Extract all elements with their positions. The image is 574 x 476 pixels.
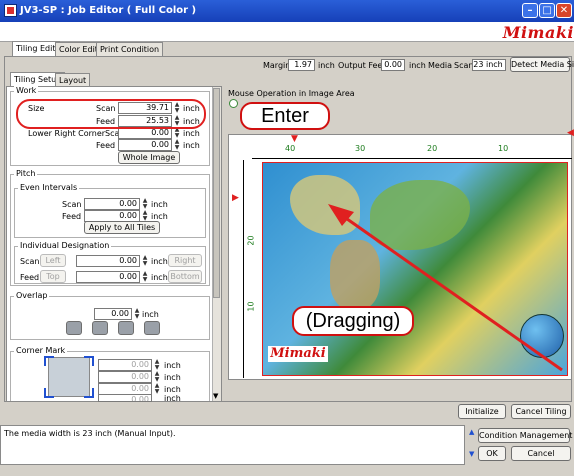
individual-feed-spinner-icon[interactable]: ▲ ▼ — [141, 271, 149, 283]
corner-mark-bl-icon — [44, 388, 54, 398]
overlap-spinner-icon[interactable]: ▲ ▼ — [133, 308, 141, 320]
enter-callout: Enter — [240, 102, 330, 130]
right-button[interactable]: Right — [168, 254, 202, 267]
individual-feed-unit: inch — [151, 273, 168, 282]
apply-to-all-tiles-button[interactable]: Apply to All Tiles — [84, 221, 160, 234]
lower-scan-unit: inch — [183, 129, 200, 138]
cancel-button[interactable]: Cancel — [511, 446, 571, 461]
detect-media-size-button[interactable]: Detect Media Size — [510, 57, 574, 72]
left-button[interactable]: Left — [40, 254, 66, 267]
tab-color-edit[interactable]: Color Edit — [55, 42, 102, 56]
individual-feed-field[interactable]: 0.00 — [76, 271, 140, 283]
corner-mark-unit-1: inch — [164, 361, 181, 370]
tab-print-condition[interactable]: Print Condition — [96, 42, 164, 56]
status-scroll-down-icon[interactable]: ▼ — [469, 450, 474, 458]
status-scroll-up-icon[interactable]: ▲ — [469, 428, 474, 436]
margin-label: Margin — [263, 61, 291, 70]
individual-scan-label: Scan — [20, 257, 40, 266]
corner-mark-tr-icon — [84, 356, 94, 366]
tab-layout[interactable]: Layout — [55, 73, 91, 87]
media-scan-label: Scan — [454, 61, 474, 70]
work-title: Work — [14, 86, 39, 95]
corner-mark-tl-icon — [44, 356, 54, 366]
lower-feed-unit: inch — [183, 141, 200, 150]
mouse-operation-header: Mouse Operation in Image Area — [228, 89, 355, 98]
bottom-button[interactable]: Bottom — [168, 270, 202, 283]
title-bar: JV3-SP : Job Editor ( Full Color ) – □ ✕ — [0, 0, 574, 22]
scrollbar-thumb[interactable] — [213, 88, 220, 298]
ok-button[interactable]: OK — [478, 446, 506, 461]
lower-feed-label: Feed — [96, 141, 116, 150]
window-title: JV3-SP : Job Editor ( Full Color ) — [20, 5, 197, 16]
drag-arrow — [328, 204, 563, 372]
pitch-scan-unit: inch — [151, 200, 168, 209]
app-icon — [4, 4, 17, 17]
lower-right-label: Lower Right CornerScan — [28, 129, 125, 138]
close-button[interactable]: ✕ — [556, 3, 572, 18]
individual-scan-unit: inch — [151, 257, 168, 266]
corner-mark-unit-2: inch — [164, 373, 181, 382]
overlap-title: Overlap — [14, 291, 50, 300]
overlap-unit: inch — [142, 310, 159, 319]
scroll-down-icon[interactable]: ▼ — [213, 392, 218, 400]
corner-mark-spinner-3-icon[interactable]: ▲ ▼ — [153, 383, 161, 395]
top-button[interactable]: Top — [40, 270, 66, 283]
mouse-operation-radio[interactable] — [229, 99, 238, 108]
pitch-title: Pitch — [14, 169, 38, 178]
margin-field[interactable]: 1.97 — [288, 59, 315, 71]
overlap-mode-2-button[interactable] — [92, 321, 108, 335]
corner-mark-field-4[interactable]: 0.00 — [98, 394, 152, 402]
cancel-tiling-button[interactable]: Cancel Tiling — [511, 404, 571, 419]
status-message-area: The media width is 23 inch (Manual Input… — [0, 425, 465, 465]
status-message: The media width is 23 inch (Manual Input… — [4, 429, 176, 438]
individual-feed-label: Feed — [20, 273, 40, 282]
output-feed-field[interactable]: 0.00 — [381, 59, 405, 71]
individual-scan-field[interactable]: 0.00 — [76, 255, 140, 267]
lower-feed-field[interactable]: 0.00 — [118, 139, 172, 151]
output-feed-unit: inch — [409, 61, 426, 70]
whole-image-button[interactable]: Whole Image — [118, 151, 180, 164]
pitch-feed-label: Feed — [62, 212, 82, 221]
initialize-button[interactable]: Initialize — [458, 404, 506, 419]
size-highlight — [16, 99, 206, 129]
corner-mark-field-1[interactable]: 0.00 — [98, 359, 152, 371]
pitch-scan-field[interactable]: 0.00 — [84, 198, 140, 210]
brand-bar: Mimaki — [0, 22, 574, 42]
corner-mark-unit-4: inch — [164, 394, 181, 403]
lower-feed-spinner-icon[interactable]: ▲ ▼ — [173, 139, 181, 151]
margin-unit: inch — [318, 61, 335, 70]
even-intervals-title: Even Intervals — [18, 183, 80, 192]
pitch-feed-unit: inch — [151, 212, 168, 221]
corner-mark-br-icon — [84, 388, 94, 398]
drag-arrow-line — [339, 212, 563, 372]
minimize-button[interactable]: – — [522, 3, 538, 18]
overlap-field[interactable]: 0.00 — [94, 308, 132, 320]
media-label: Media — [428, 61, 453, 70]
overlap-mode-4-button[interactable] — [144, 321, 160, 335]
corner-mark-title: Corner Mark — [14, 346, 68, 355]
corner-mark-field-2[interactable]: 0.00 — [98, 371, 152, 383]
dragging-callout: (Dragging) — [292, 306, 414, 336]
condition-management-button[interactable]: Condition Management — [478, 428, 572, 443]
media-scan-field[interactable]: 23 inch — [472, 59, 506, 71]
output-feed-label: Output Feed — [338, 61, 388, 70]
overlap-mode-1-button[interactable] — [66, 321, 82, 335]
overlap-mode-3-button[interactable] — [118, 321, 134, 335]
individual-scan-spinner-icon[interactable]: ▲ ▼ — [141, 255, 149, 267]
brand-logo: Mimaki — [502, 23, 574, 42]
maximize-button[interactable]: □ — [539, 3, 555, 18]
corner-mark-unit-3: inch — [164, 385, 181, 394]
tab-tiling-edit[interactable]: Tiling Edit — [12, 41, 60, 56]
pitch-scan-label: Scan — [62, 200, 82, 209]
individual-designation-title: Individual Designation — [18, 241, 112, 250]
